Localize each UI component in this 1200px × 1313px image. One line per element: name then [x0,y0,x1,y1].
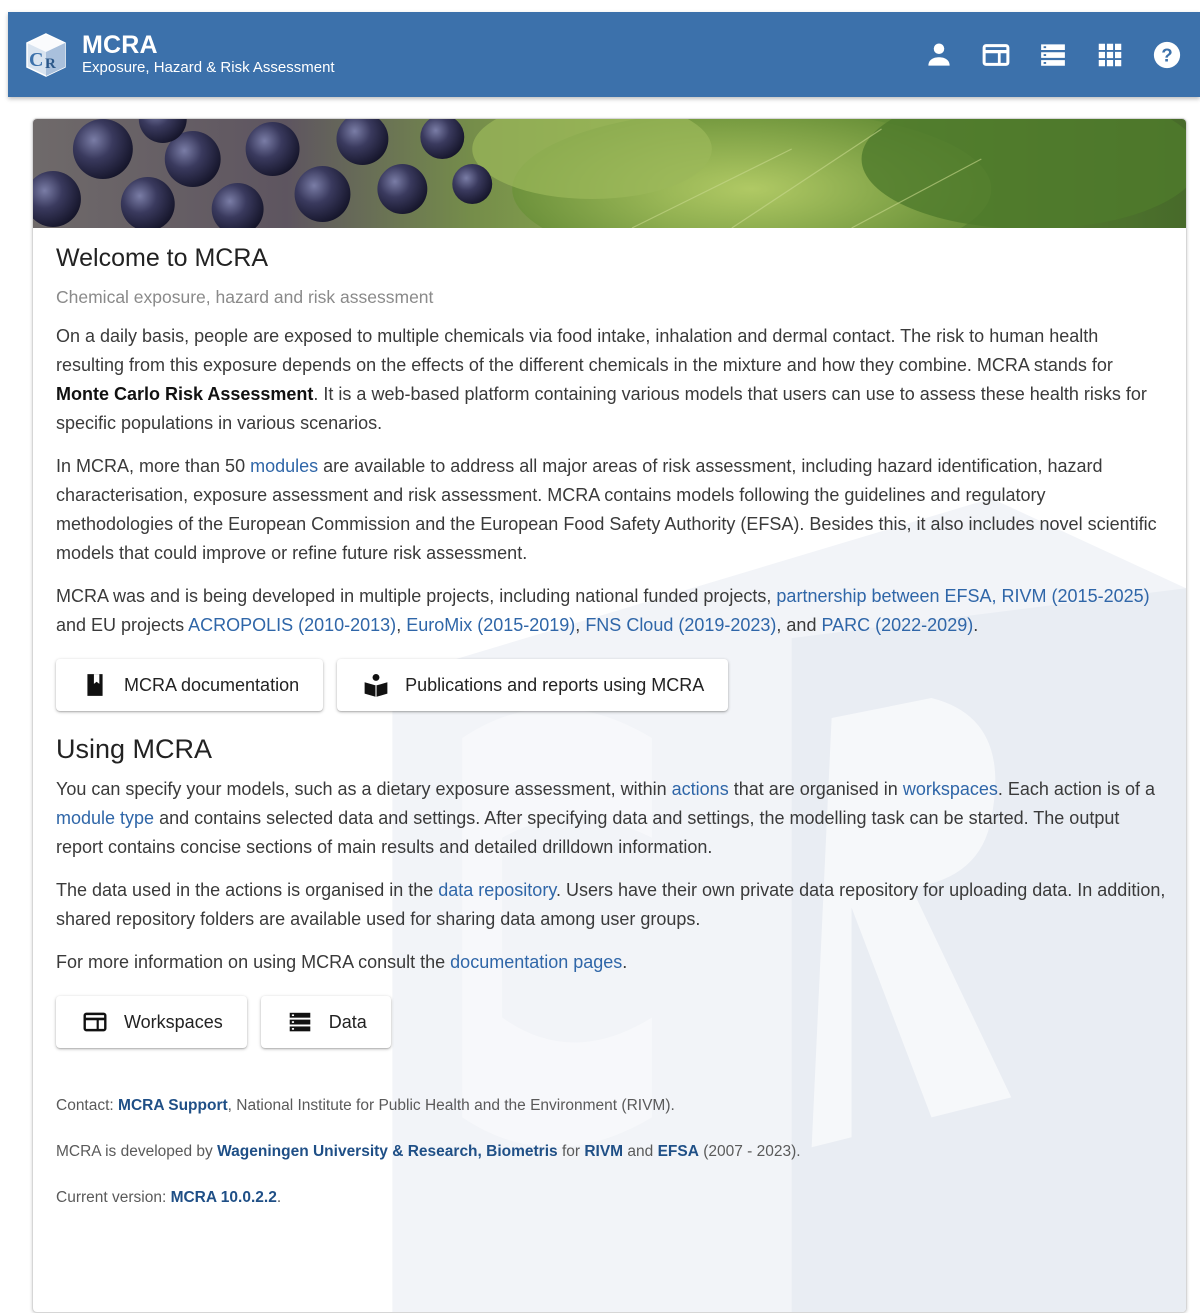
app-bar-actions: ? [901,36,1186,74]
content: Welcome to MCRA Chemical exposure, hazar… [56,228,1166,1208]
modules-paragraph: In MCRA, more than 50 modules are availa… [56,456,1157,563]
workspaces-button[interactable] [977,36,1015,74]
app-bar: C R MCRA Exposure, Hazard & Risk Assessm… [8,12,1200,97]
banner-image [33,119,1186,228]
publications-button[interactable]: Publications and reports using MCRA [337,659,729,711]
using-paragraph: You can specify your models, such as a d… [56,779,1155,857]
data-nav-button[interactable]: Data [260,996,391,1048]
projects-paragraph: MCRA was and is being developed in multi… [56,586,1150,635]
data-button-label: Data [328,1011,367,1032]
help-button[interactable]: ? [1148,36,1186,74]
data-button[interactable] [1034,36,1072,74]
svg-text:R: R [45,56,56,72]
wur-biometris-link[interactable]: Wageningen University & Research, Biomet… [217,1143,558,1160]
welcome-title: Welcome to MCRA [56,244,269,272]
welcome-buttons: MCRA documentation Publications and repo… [56,659,1166,711]
documentation-button-label: MCRA documentation [124,674,300,695]
monte-carlo-bold: Monte Carlo Risk Assessment [56,384,314,404]
apps-grid-icon [1098,43,1122,66]
using-buttons: Workspaces Data [56,996,1166,1048]
developed-by-line: MCRA is developed by Wageningen Universi… [56,1143,801,1160]
version-link[interactable]: MCRA 10.0.2.2 [171,1189,277,1206]
mcra-logo-icon: C R [26,32,66,77]
data-repository-link[interactable]: data repository [438,880,556,900]
data-icon [1041,43,1065,66]
svg-text:?: ? [1161,44,1172,65]
using-title: Using MCRA [56,734,213,764]
apps-button[interactable] [1091,36,1129,74]
rivm-link[interactable]: RIVM [584,1143,623,1160]
workspaces-icon [83,1012,107,1032]
documentation-pages-link[interactable]: documentation pages [450,952,622,972]
version-line: Current version: MCRA 10.0.2.2. [56,1189,282,1206]
data-icon [289,1012,310,1032]
app-title: MCRA [82,31,158,59]
book-icon [87,674,103,696]
euromix-link[interactable]: EuroMix (2015-2019) [406,615,575,635]
workspaces-button-label: Workspaces [124,1011,223,1032]
app-subtitle: Exposure, Hazard & Risk Assessment [82,59,335,76]
footer: Contact: MCRA Support, National Institut… [56,1096,1166,1208]
contact-line: Contact: MCRA Support, National Institut… [56,1097,675,1114]
documentation-paragraph: For more information on using MCRA consu… [56,952,628,972]
module-type-link[interactable]: module type [56,808,154,828]
documentation-button[interactable]: MCRA documentation [56,659,324,711]
reading-person-icon [364,673,388,697]
publications-button-label: Publications and reports using MCRA [405,674,705,695]
workspaces-link[interactable]: workspaces [903,779,998,799]
intro-paragraph: On a daily basis, people are exposed to … [56,326,1147,433]
brand[interactable]: C R MCRA Exposure, Hazard & Risk Assessm… [22,31,335,79]
welcome-subtitle: Chemical exposure, hazard and risk asses… [56,287,434,307]
efsa-link[interactable]: EFSA [658,1143,699,1160]
parc-link[interactable]: PARC (2022-2029) [821,615,973,635]
workspaces-icon [982,43,1010,66]
svg-text:C: C [29,49,43,71]
data-repository-paragraph: The data used in the actions is organise… [56,880,1166,929]
workspaces-nav-button[interactable]: Workspaces [56,996,247,1048]
person-icon [928,43,950,66]
welcome-card: Welcome to MCRA Chemical exposure, hazar… [32,118,1187,1313]
acropolis-link[interactable]: ACROPOLIS (2010-2013) [188,615,396,635]
efsa-rivm-partnership-link[interactable]: partnership between EFSA, RIVM (2015-202… [776,586,1149,606]
actions-link[interactable]: actions [672,779,729,799]
modules-link[interactable]: modules [250,456,318,476]
mcra-support-link[interactable]: MCRA Support [118,1097,228,1114]
help-icon: ? [1153,41,1181,68]
fns-cloud-link[interactable]: FNS Cloud (2019-2023) [585,615,776,635]
account-button[interactable] [920,36,958,74]
